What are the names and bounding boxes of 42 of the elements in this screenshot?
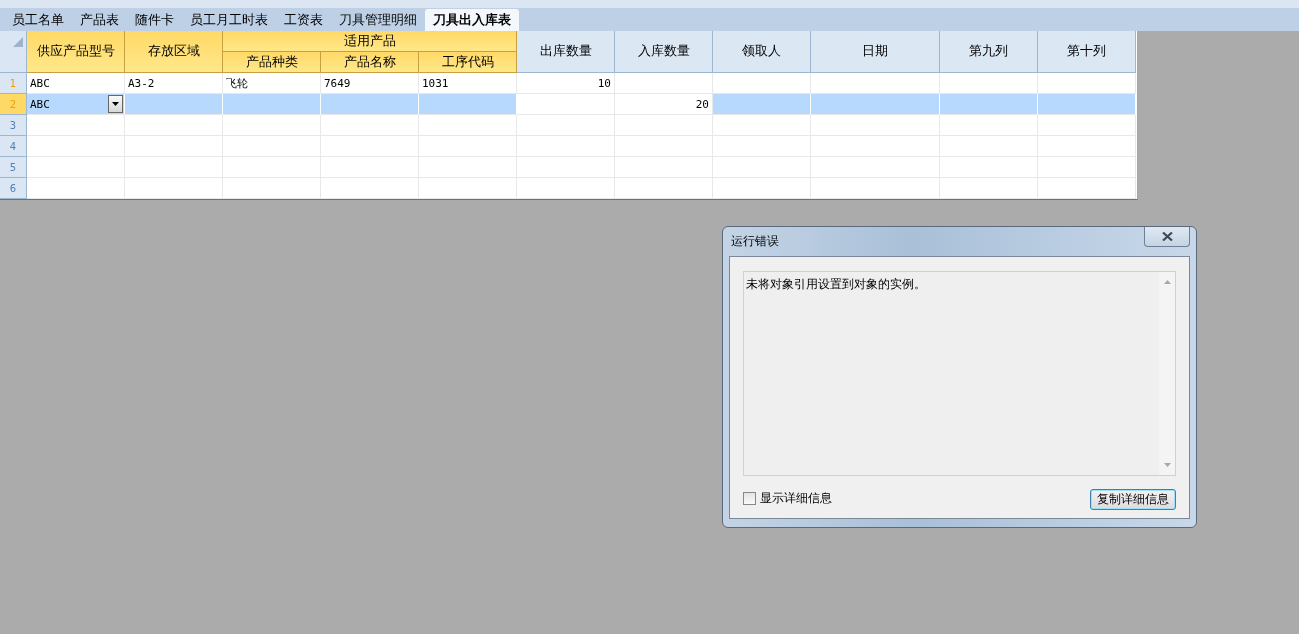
column-header: 领取人 [713,31,811,73]
column-header: 适用产品 [223,31,517,52]
checkbox-label[interactable]: 显示详细信息 [760,490,832,507]
up-arrow-icon[interactable] [1163,280,1171,284]
sheet-tab[interactable]: 随件卡 [127,9,182,31]
sheet-tab[interactable]: 产品表 [72,9,127,31]
cell-text: ABC [30,97,50,111]
cell-text: 1031 [422,76,449,90]
copy-details-button[interactable]: 复制详细信息 [1090,489,1176,510]
column-header: 工序代码 [419,52,517,73]
sheet-tab[interactable]: 刀具管理明细 [331,9,425,31]
column-header: 入库数量 [615,31,713,73]
scrollbar[interactable] [1159,272,1175,475]
column-header: 存放区域 [125,31,223,73]
cell-text: 20 [695,97,709,111]
dropdown-button[interactable] [108,95,123,113]
cell-text: 7649 [324,76,351,90]
checkbox[interactable] [743,492,756,505]
column-header: 出库数量 [517,31,615,73]
down-arrow-icon[interactable] [1163,463,1171,467]
sheet-tab[interactable]: 员工名单 [4,9,72,31]
cell-text: 飞轮 [226,75,248,91]
column-header: 产品种类 [223,52,321,73]
error-message: 未将对象引用设置到对象的实例。 [745,276,927,293]
column-header: 供应产品型号 [27,31,125,73]
close-icon [1161,231,1173,241]
column-header: 第十列 [1038,31,1136,73]
message-box[interactable]: 未将对象引用设置到对象的实例。 [743,271,1176,476]
sheet-tab[interactable]: 员工月工时表 [182,9,276,31]
close-button[interactable] [1144,226,1190,247]
column-header: 产品名称 [321,52,419,73]
dialog-title: 运行错误 [730,233,779,250]
column-header: 日期 [811,31,940,73]
select-all-corner[interactable] [0,31,27,73]
cell-text: ABC [30,76,50,90]
column-header: 第九列 [940,31,1038,73]
triangle-icon [13,37,23,47]
sheet-tab[interactable]: 刀具出入库表 [425,9,519,31]
sheet-tab[interactable]: 工资表 [276,9,331,31]
cell-text: 10 [597,76,611,90]
cell-text: A3-2 [128,76,155,90]
caret-icon [112,102,119,106]
